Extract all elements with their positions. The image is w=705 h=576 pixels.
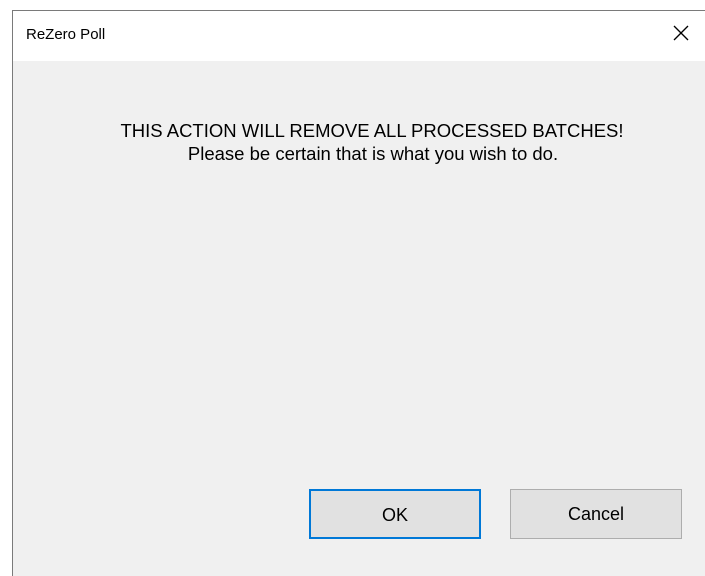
close-icon [673, 25, 689, 41]
title-bar[interactable]: ReZero Poll [13, 11, 705, 61]
warning-text: THIS ACTION WILL REMOVE ALL PROCESSED BA… [120, 120, 624, 141]
confirmation-text: Please be certain that is what you wish … [187, 143, 559, 164]
ok-button[interactable]: OK [309, 489, 481, 539]
message-dialog: ReZero Poll THIS ACTION WILL REMOVE ALL … [12, 10, 705, 576]
window-title: ReZero Poll [26, 26, 106, 43]
cancel-button[interactable]: Cancel [510, 489, 682, 539]
dialog-message: THIS ACTION WILL REMOVE ALL PROCESSED BA… [13, 119, 705, 165]
close-button[interactable] [657, 11, 705, 57]
